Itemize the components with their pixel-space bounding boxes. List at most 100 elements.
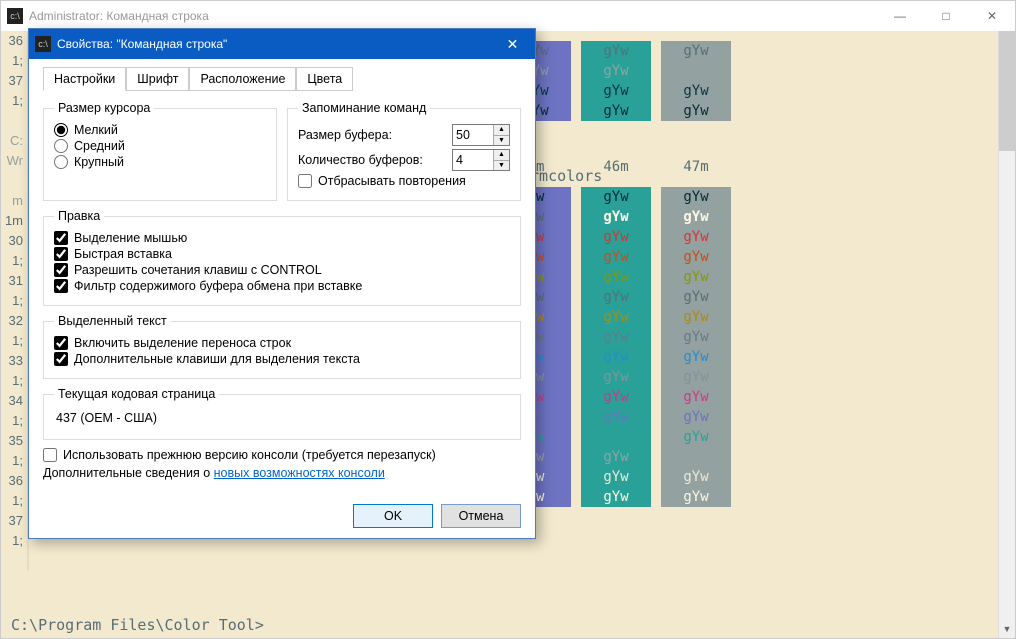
history-legend: Запоминание команд — [298, 101, 430, 115]
color-cell: gYw — [581, 187, 651, 207]
selection-option[interactable]: Дополнительные клавиши для выделения тек… — [54, 352, 510, 366]
num-buffers-spinbox[interactable]: ▲▼ — [452, 149, 510, 171]
codepage-value: 437 (OEM - США) — [54, 407, 510, 429]
color-cell: gYw — [581, 207, 651, 227]
color-cell: gYw — [661, 327, 731, 347]
color-cell: gYw — [661, 41, 731, 61]
minimize-button[interactable]: ― — [877, 1, 923, 31]
color-cell: gYw — [661, 407, 731, 427]
console-gutter: 361;371;C:Wrm1m301;311;321;331;341;351;3… — [1, 31, 29, 638]
codepage-legend: Текущая кодовая страница — [54, 387, 219, 401]
tab-расположение[interactable]: Расположение — [189, 67, 296, 91]
dialog-titlebar[interactable]: c:\ Свойства: "Командная строка" ✕ — [29, 29, 535, 59]
console-features-link[interactable]: новых возможностях консоли — [214, 466, 385, 480]
color-cell: gYw — [581, 487, 651, 507]
color-cell: gYw — [581, 427, 651, 447]
color-cell: gYw — [581, 247, 651, 267]
color-cell: gYw — [661, 81, 731, 101]
color-cell: gYw — [581, 267, 651, 287]
color-cell: gYw — [661, 247, 731, 267]
color-cell: gYw — [581, 227, 651, 247]
cursor-size-option[interactable]: Мелкий — [54, 123, 266, 137]
scrollbar-thumb[interactable] — [999, 31, 1015, 151]
maximize-button[interactable]: □ — [923, 1, 969, 31]
discard-duplicates-checkbox[interactable]: Отбрасывать повторения — [298, 174, 510, 188]
selection-legend: Выделенный текст — [54, 314, 171, 328]
console-prompt: C:\Program Files\Color Tool> — [11, 616, 264, 634]
edit-option[interactable]: Выделение мышью — [54, 231, 510, 245]
color-cell: gYw — [661, 207, 731, 227]
color-cell: gYw — [661, 387, 731, 407]
scroll-down-arrow[interactable]: ▼ — [999, 621, 1015, 638]
vertical-scrollbar[interactable]: ▲ ▼ — [998, 31, 1015, 638]
dialog-app-icon: c:\ — [35, 36, 51, 52]
selection-option[interactable]: Включить выделение переноса строк — [54, 336, 510, 350]
color-cell: gYw — [581, 447, 651, 467]
color-cell: gYw — [661, 427, 731, 447]
buffer-size-input[interactable] — [453, 125, 493, 145]
buffer-size-label: Размер буфера: — [298, 128, 452, 142]
console-app-icon: c:\ — [7, 8, 23, 24]
legacy-console-label: Использовать прежнюю версию консоли (тре… — [63, 448, 436, 462]
console-title: Administrator: Командная строка — [29, 9, 209, 23]
close-button[interactable]: ✕ — [969, 1, 1015, 31]
ok-button[interactable]: OK — [353, 504, 433, 528]
properties-dialog: c:\ Свойства: "Командная строка" ✕ Настр… — [28, 28, 536, 539]
edit-option[interactable]: Разрешить сочетания клавиш с CONTROL — [54, 263, 510, 277]
console-titlebar[interactable]: c:\ Administrator: Командная строка ― □ … — [1, 1, 1015, 31]
color-cell: gYw — [581, 287, 651, 307]
color-cell: gYw — [581, 101, 651, 121]
color-cell: gYw — [581, 467, 651, 487]
color-cell: gYw — [581, 81, 651, 101]
color-cell: gYw — [581, 307, 651, 327]
color-cell: gYw — [581, 367, 651, 387]
color-cell: gYw — [581, 41, 651, 61]
cursor-size-group: Размер курсора Мелкий Средний Крупный — [43, 101, 277, 201]
num-buffers-input[interactable] — [453, 150, 493, 170]
edit-legend: Правка — [54, 209, 104, 223]
color-cell: gYw — [581, 387, 651, 407]
color-cell: gYw — [661, 101, 731, 121]
color-cell: gYw — [661, 61, 731, 81]
edit-options-group: Правка Выделение мышью Быстрая вставка Раз… — [43, 209, 521, 306]
text-selection-group: Выделенный текст Включить выделение пере… — [43, 314, 521, 379]
color-cell: gYw — [661, 487, 731, 507]
color-cell: gYw — [661, 307, 731, 327]
spin-up-icon[interactable]: ▲ — [494, 125, 509, 136]
column-header: 46m — [581, 127, 651, 185]
edit-option[interactable]: Фильтр содержимого буфера обмена при вст… — [54, 279, 510, 293]
dialog-title-text: Свойства: "Командная строка" — [57, 37, 227, 51]
color-cell: gYw — [661, 287, 731, 307]
color-cell: gYw — [661, 467, 731, 487]
cursor-size-legend: Размер курсора — [54, 101, 154, 115]
num-buffers-label: Количество буферов: — [298, 153, 452, 167]
color-cell: gYw — [581, 347, 651, 367]
tab-шрифт[interactable]: Шрифт — [126, 67, 189, 91]
spin-down-icon[interactable]: ▼ — [494, 136, 509, 146]
tab-strip: НастройкиШрифтРасположениеЦвета — [43, 67, 521, 91]
column-header: 47m — [661, 127, 731, 185]
color-cell: gYw — [581, 407, 651, 427]
dialog-close-button[interactable]: ✕ — [490, 29, 535, 59]
color-cell: gYw — [661, 187, 731, 207]
spin-up-icon[interactable]: ▲ — [494, 150, 509, 161]
buffer-size-spinbox[interactable]: ▲▼ — [452, 124, 510, 146]
cursor-size-option[interactable]: Крупный — [54, 155, 266, 169]
tab-цвета[interactable]: Цвета — [296, 67, 353, 91]
edit-option[interactable]: Быстрая вставка — [54, 247, 510, 261]
color-cell: gYw — [661, 347, 731, 367]
cursor-size-option[interactable]: Средний — [54, 139, 266, 153]
legacy-console-checkbox[interactable] — [43, 448, 57, 462]
command-history-group: Запоминание команд Размер буфера: ▲▼ Кол… — [287, 101, 521, 201]
color-cell: gYw — [661, 367, 731, 387]
tab-настройки[interactable]: Настройки — [43, 67, 126, 91]
cancel-button[interactable]: Отмена — [441, 504, 521, 528]
color-cell: gYw — [581, 327, 651, 347]
color-cell: gYw — [661, 267, 731, 287]
color-cell: gYw — [661, 227, 731, 247]
codepage-group: Текущая кодовая страница 437 (OEM - США) — [43, 387, 521, 440]
more-info-text: Дополнительные сведения о новых возможно… — [43, 466, 521, 480]
spin-down-icon[interactable]: ▼ — [494, 161, 509, 171]
color-cell: gYw — [581, 61, 651, 81]
color-cell: gYw — [661, 447, 731, 467]
